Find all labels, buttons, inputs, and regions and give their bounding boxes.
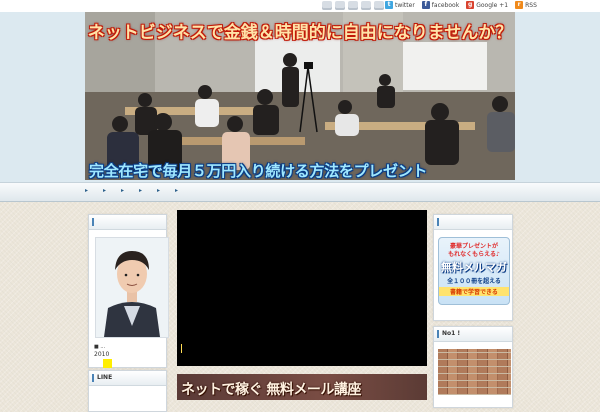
google-plus-label: Google +1 [476, 1, 509, 9]
user-icon[interactable] [335, 1, 345, 10]
video-player[interactable] [177, 210, 427, 366]
social-links: t twitter f facebook g Google +1 r RSS [385, 1, 537, 9]
header-accent [437, 330, 439, 338]
twitter-icon: t [385, 1, 393, 9]
facebook-label: facebook [431, 1, 460, 9]
mail-icon[interactable] [348, 1, 358, 10]
nav-item-1[interactable]: ▸ [85, 187, 103, 197]
nav-items: ▸ ▸ ▸ ▸ ▸ ▸ [85, 187, 193, 197]
mail-course-banner[interactable]: ネットで稼ぐ 無料メール講座 [177, 374, 427, 400]
nav-item-6[interactable]: ▸ [175, 187, 193, 197]
nav-item-4[interactable]: ▸ [139, 187, 157, 197]
profile-name: ■ ... [94, 344, 106, 350]
nav-item-3[interactable]: ▸ [121, 187, 139, 197]
profile-photo[interactable] [95, 237, 169, 338]
profile-box: ■ ... 2010 [88, 214, 169, 368]
nav-item-2[interactable]: ▸ [103, 187, 121, 197]
twitter-link[interactable]: t twitter [385, 1, 415, 9]
mail-course-text: ネットで稼ぐ 無料メール講座 [181, 382, 361, 398]
rss-link[interactable]: r RSS [515, 1, 537, 9]
facebook-icon: f [421, 1, 430, 9]
mailmag-box-header [434, 215, 512, 230]
line-box-header: LINE [89, 371, 166, 386]
ad-line-2: もれなくもらえる♪ [448, 251, 500, 258]
mailmag-ad[interactable]: 豪華プレゼントが もれなくもらえる♪ 無料メルマガ 全１００冊を超える 書籍で学… [438, 237, 510, 305]
banner-title: ネットビジネスで金銭＆時間的に自由になりませんか？ [87, 23, 513, 43]
rss-label: RSS [525, 1, 537, 9]
no1-box: No1 ! [433, 326, 513, 408]
chart-icon[interactable] [374, 1, 384, 10]
ad-line-5: 書籍で学習できる [439, 287, 509, 296]
global-nav: ▸ ▸ ▸ ▸ ▸ ▸ [0, 182, 600, 202]
no1-title: No1 ! [442, 330, 461, 337]
ad-line-4: 全１００冊を超える [447, 278, 501, 285]
google-plus-link[interactable]: g Google +1 [466, 1, 508, 9]
video-cursor [181, 344, 182, 353]
facebook-link[interactable]: f facebook [421, 1, 460, 9]
brick-banner[interactable] [438, 349, 511, 395]
profile-year: 2010 [94, 351, 110, 358]
twitter-label: twitter [395, 1, 415, 9]
header-accent [92, 218, 94, 226]
avatar [96, 238, 168, 337]
google-plus-icon: g [466, 1, 475, 9]
profile-box-header [89, 215, 166, 230]
no1-box-header: No1 ! [434, 327, 512, 342]
header-accent [437, 218, 439, 226]
mailmag-box: 豪華プレゼントが もれなくもらえる♪ 無料メルマガ 全１００冊を超える 書籍で学… [433, 214, 513, 321]
line-box: LINE [88, 370, 167, 412]
rss-icon: r [515, 1, 524, 9]
banner-subtitle: 完全在宅で毎月５万円入り続ける方法をプレゼント [89, 162, 428, 180]
bookmark-icon[interactable] [361, 1, 371, 10]
header-accent [92, 374, 94, 382]
home-icon[interactable] [322, 1, 332, 10]
line-title: LINE [97, 374, 113, 381]
nav-item-5[interactable]: ▸ [157, 187, 175, 197]
utility-icons [322, 1, 384, 10]
header-banner[interactable]: ネットビジネスで金銭＆時間的に自由になりませんか？ 完全在宅で毎月５万円入り続け… [85, 12, 515, 180]
ad-line-3: 無料メルマガ [441, 261, 507, 274]
yellow-badge [103, 359, 112, 368]
